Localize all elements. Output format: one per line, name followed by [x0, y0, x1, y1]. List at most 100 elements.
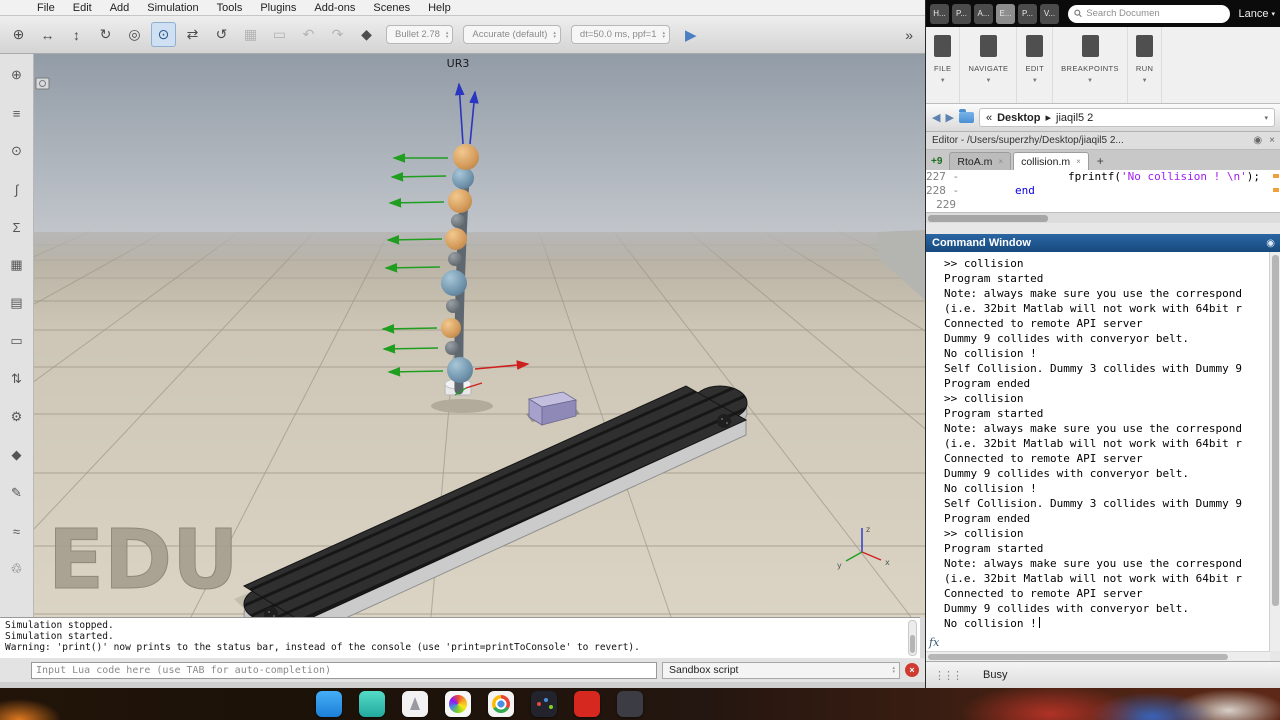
- command-hscrollbar[interactable]: [926, 651, 1270, 661]
- shift-icon[interactable]: ⇅: [6, 368, 28, 390]
- undock-icon[interactable]: ◉: [1266, 238, 1275, 249]
- toolstrip-tab-4[interactable]: P...: [1018, 3, 1037, 24]
- undo-icon[interactable]: ↶: [296, 22, 321, 47]
- launchpad-dock-icon[interactable]: [402, 691, 428, 717]
- breadcrumb[interactable]: « Desktop ▸ jiaqil5 2 ▾: [978, 108, 1275, 127]
- status-scrollbar[interactable]: [908, 620, 917, 656]
- chrome-dock-icon[interactable]: [488, 691, 514, 717]
- hidden-tabs-badge[interactable]: +9: [929, 156, 947, 170]
- lua-code-input[interactable]: [31, 661, 657, 679]
- object-rotate-icon[interactable]: ↺: [209, 22, 234, 47]
- folder-icon[interactable]: [958, 109, 974, 123]
- camera-pan-icon[interactable]: ↔: [35, 22, 60, 47]
- menu-help[interactable]: Help: [419, 0, 460, 16]
- menu-simulation[interactable]: Simulation: [138, 0, 207, 16]
- paths-icon[interactable]: ≈: [6, 520, 28, 542]
- command-window-header[interactable]: Command Window ◉: [926, 234, 1280, 252]
- redo-icon[interactable]: ↷: [325, 22, 350, 47]
- forward-button[interactable]: ▶: [945, 111, 953, 124]
- menu-tools[interactable]: Tools: [208, 0, 252, 16]
- undock-icon[interactable]: ◉: [1253, 135, 1262, 146]
- command-vscrollbar[interactable]: [1269, 252, 1280, 651]
- combo-arrows-icon: ▴ ▾: [892, 665, 895, 675]
- zoom-icon[interactable]: ⊙: [151, 22, 176, 47]
- new-tab-button[interactable]: +: [1091, 154, 1110, 170]
- assemble-icon[interactable]: ▦: [238, 22, 263, 47]
- timestep-select[interactable]: dt=50.0 ms, ppf=1 ▴ ▾: [570, 25, 671, 44]
- graphs-icon[interactable]: ✎: [6, 482, 28, 504]
- finder-dock-icon[interactable]: [316, 691, 342, 717]
- doc-search-input[interactable]: [1086, 8, 1224, 19]
- breadcrumb-collapse[interactable]: «: [986, 112, 992, 124]
- editor-tab-collision-m[interactable]: collision.m ×: [1013, 152, 1089, 170]
- menu-add[interactable]: Add: [101, 0, 139, 16]
- menu-add-ons[interactable]: Add-ons: [305, 0, 364, 16]
- toolbar-overflow-button[interactable]: »: [905, 27, 921, 43]
- transfer-icon[interactable]: ▭: [267, 22, 292, 47]
- chevron-down-icon[interactable]: ▼: [940, 78, 946, 84]
- accuracy-select[interactable]: Accurate (default) ▴ ▾: [463, 25, 561, 44]
- object-translate-icon[interactable]: ⇄: [180, 22, 205, 47]
- user-name: Lance: [1238, 7, 1269, 20]
- breadcrumb-current[interactable]: jiaqil5 2: [1056, 112, 1093, 124]
- back-button[interactable]: ◀: [932, 111, 940, 124]
- editor-tab-RtoA-m[interactable]: RtoA.m ×: [949, 152, 1012, 170]
- messages-dock-icon[interactable]: [359, 691, 385, 717]
- editor-hscrollbar[interactable]: [926, 212, 1280, 223]
- toolstrip-tab-5[interactable]: V...: [1040, 3, 1059, 24]
- menu-file[interactable]: File: [28, 0, 64, 16]
- start-simulation-button[interactable]: ▶: [685, 26, 697, 44]
- photos-dock-icon[interactable]: [445, 691, 471, 717]
- zoom-fit-icon[interactable]: ⊙: [6, 140, 28, 162]
- camera-rotate-icon[interactable]: ↻: [93, 22, 118, 47]
- ribbon-section-navigate[interactable]: NAVIGATE ▼: [960, 27, 1018, 103]
- script-editor-icon[interactable]: ∫: [6, 178, 28, 200]
- menu-edit[interactable]: Edit: [64, 0, 101, 16]
- calc-modules-icon[interactable]: Σ: [6, 216, 28, 238]
- camera-translate-icon[interactable]: ⊕: [6, 22, 31, 47]
- menu-scenes[interactable]: Scenes: [364, 0, 419, 16]
- ribbon-section-breakpoints[interactable]: BREAKPOINTS ▼: [1053, 27, 1128, 103]
- toolstrip-tab-1[interactable]: P...: [952, 3, 971, 24]
- physics-engine-select[interactable]: Bullet 2.78 ▴ ▾: [386, 25, 454, 44]
- toolstrip-tab-2[interactable]: A...: [974, 3, 993, 24]
- close-icon[interactable]: ×: [1269, 135, 1275, 146]
- toolstrip-tab-3[interactable]: E...: [996, 3, 1015, 24]
- ribbon-section-run[interactable]: RUN ▼: [1128, 27, 1163, 103]
- camera-lift-icon[interactable]: ↕: [64, 22, 89, 47]
- chevron-down-icon[interactable]: ▼: [985, 78, 991, 84]
- ribbon-section-edit[interactable]: EDIT ▼: [1017, 27, 1054, 103]
- resize-grip-icon[interactable]: ⋮⋮⋮: [934, 669, 963, 682]
- breadcrumb-parent[interactable]: Desktop: [997, 112, 1040, 124]
- chevron-down-icon[interactable]: ▼: [1087, 78, 1093, 84]
- chevron-down-icon[interactable]: ▾: [1264, 114, 1268, 122]
- adobe-dock-icon[interactable]: [574, 691, 600, 717]
- collections-icon[interactable]: ◆: [6, 444, 28, 466]
- ribbon-section-file[interactable]: FILE ▼: [926, 27, 961, 103]
- joint-tool-icon[interactable]: ⚙: [6, 406, 28, 428]
- user-menu[interactable]: Lance ▾: [1239, 8, 1276, 20]
- extra-app-dock-icon[interactable]: [617, 691, 643, 717]
- coppeliasim-dock-icon[interactable]: [531, 691, 557, 717]
- selection-icon[interactable]: ▭: [6, 330, 28, 352]
- model-browser-icon[interactable]: ▦: [6, 254, 28, 276]
- toolstrip-tab-0[interactable]: H...: [930, 3, 949, 24]
- chevron-down-icon[interactable]: ▼: [1142, 78, 1148, 84]
- environment-icon[interactable]: ♲: [6, 558, 28, 580]
- scene-hierarchy-icon[interactable]: ≡: [6, 102, 28, 124]
- command-window[interactable]: >> collision Program started Note: always …: [926, 252, 1280, 651]
- 3d-viewport[interactable]: UR3 EDU x y z: [34, 54, 925, 617]
- chevron-down-icon[interactable]: ▼: [1032, 78, 1038, 84]
- page-icon[interactable]: [35, 77, 50, 90]
- script-select[interactable]: Sandbox script ▴ ▾: [662, 661, 900, 679]
- menu-plugins[interactable]: Plugins: [251, 0, 305, 16]
- close-tab-icon[interactable]: ×: [998, 157, 1003, 166]
- camera-move-icon[interactable]: ⊕: [6, 64, 28, 86]
- editor-code[interactable]: 227 - fprintf('No collision ! \n'); 228 -…: [926, 170, 1280, 212]
- close-tab-icon[interactable]: ×: [1076, 157, 1081, 166]
- doc-search-box[interactable]: [1068, 4, 1230, 23]
- close-console-button[interactable]: ×: [905, 663, 919, 677]
- camera-angle-icon[interactable]: ◎: [122, 22, 147, 47]
- layers-icon[interactable]: ▤: [6, 292, 28, 314]
- measurement-icon[interactable]: ◆: [354, 22, 379, 47]
